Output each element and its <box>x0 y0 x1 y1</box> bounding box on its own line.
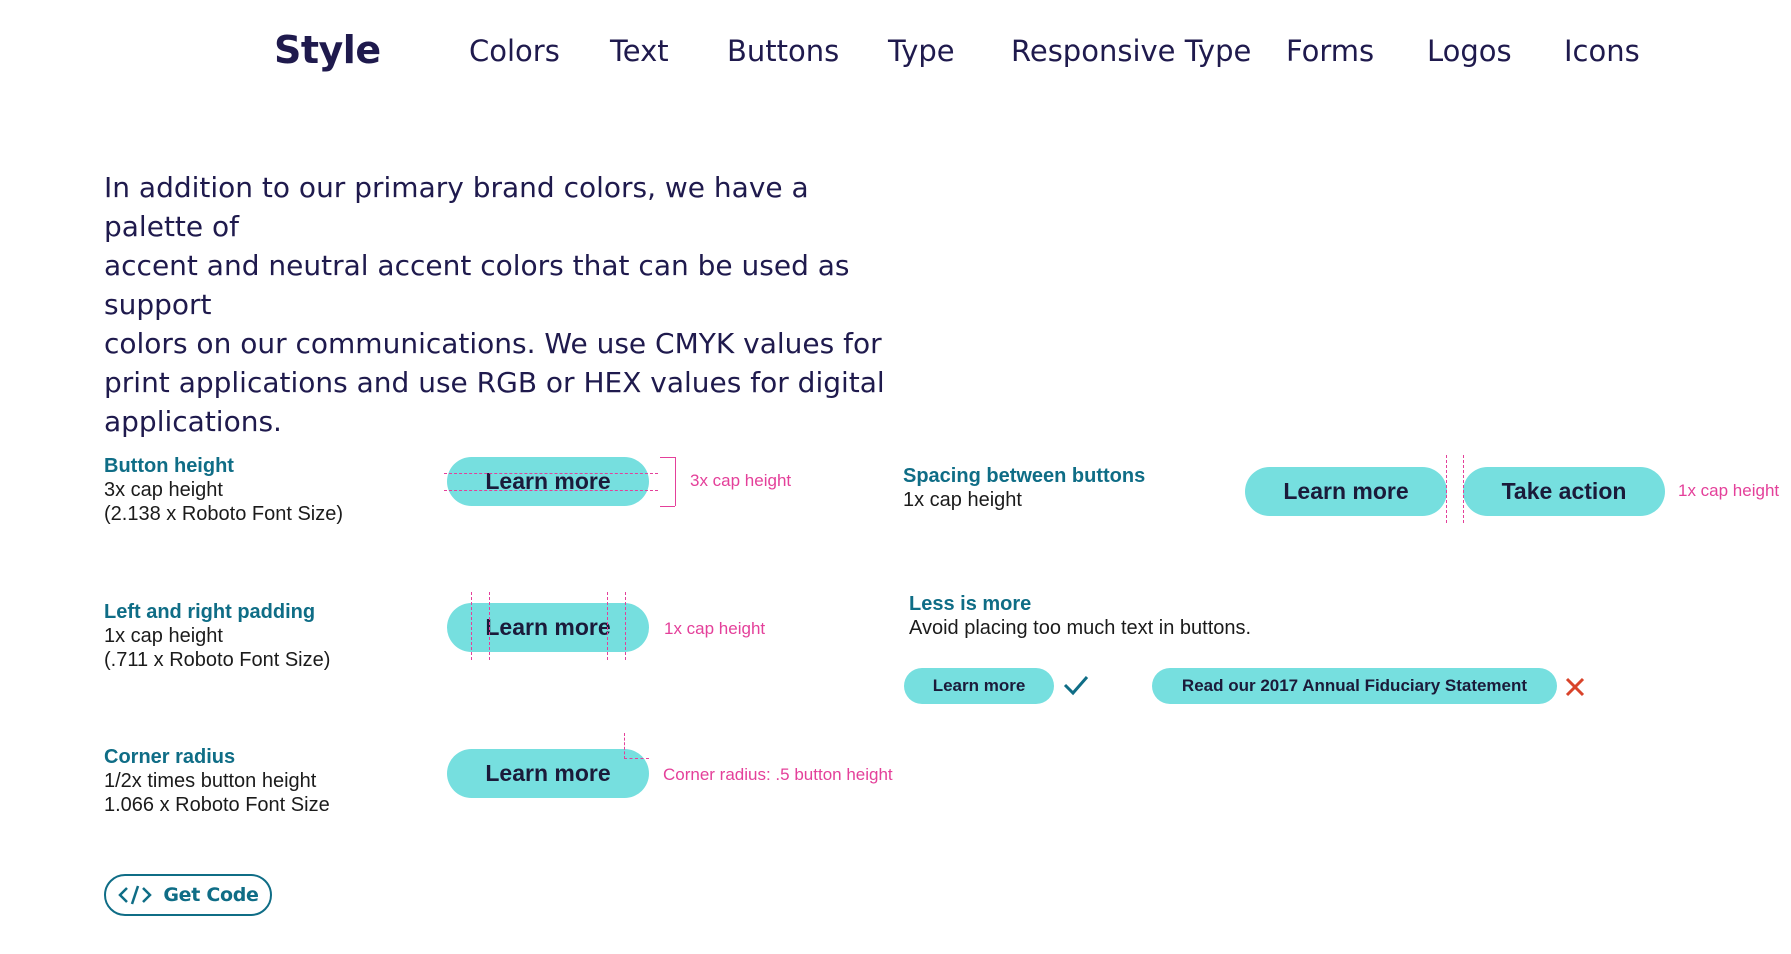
take-action-button[interactable]: Take action <box>1463 467 1665 516</box>
cap-guide-line <box>444 473 658 474</box>
spacing-note: 1x cap height <box>1678 481 1780 500</box>
spacing-guide-line <box>1463 455 1464 523</box>
spec-title: Left and right padding <box>104 601 316 623</box>
nav-forms[interactable]: Forms <box>1286 34 1374 68</box>
brand-title[interactable]: Style <box>274 28 381 72</box>
spec-line: 3x cap height <box>104 479 223 501</box>
spec-title: Less is more <box>909 593 1032 615</box>
padding-guide-line <box>607 592 608 660</box>
nav-buttons[interactable]: Buttons <box>727 34 839 68</box>
intro-line: print applications and use RGB or HEX va… <box>104 366 885 399</box>
check-icon <box>1063 676 1089 696</box>
nav-responsive-type[interactable]: Responsive Type <box>1011 34 1251 68</box>
x-icon <box>1565 677 1585 697</box>
nav-text[interactable]: Text <box>610 34 669 68</box>
padding-spec: Left and right padding 1x cap height (.7… <box>104 600 330 672</box>
cap-guide-line <box>444 490 658 491</box>
spec-line: 1x cap height <box>104 625 223 647</box>
spec-line: 1x cap height <box>903 489 1022 511</box>
spec-line: (2.138 x Roboto Font Size) <box>104 503 344 525</box>
intro-line: accent and neutral accent colors that ca… <box>104 249 850 321</box>
less-is-more-spec: Less is more Avoid placing too much text… <box>909 592 1251 640</box>
height-bracket-side <box>675 457 676 506</box>
get-code-button[interactable]: Get Code <box>104 874 272 916</box>
spec-line: Avoid placing too much text in buttons. <box>909 617 1252 639</box>
height-bracket-top <box>660 457 675 458</box>
height-bracket-bottom <box>660 506 675 507</box>
padding-note: 1x cap height <box>664 619 766 638</box>
spec-line: (.711 x Roboto Font Size) <box>104 649 331 671</box>
learn-more-button[interactable]: Learn more <box>1245 467 1447 516</box>
padding-guide-line <box>471 592 472 660</box>
corner-radius-spec: Corner radius 1/2x times button height 1… <box>104 745 330 817</box>
spec-title: Corner radius <box>104 746 236 768</box>
long-text-button[interactable]: Read our 2017 Annual Fiduciary Statement <box>1152 668 1557 704</box>
intro-line: In addition to our primary brand colors,… <box>104 171 809 243</box>
nav-icons[interactable]: Icons <box>1564 34 1640 68</box>
nav-colors[interactable]: Colors <box>469 34 560 68</box>
nav-type[interactable]: Type <box>888 34 955 68</box>
spacing-guide-line <box>1446 455 1447 523</box>
learn-more-button[interactable]: Learn more <box>447 603 649 652</box>
radius-guide-line <box>624 758 649 759</box>
button-height-spec: Button height 3x cap height (2.138 x Rob… <box>104 454 343 526</box>
spec-title: Spacing between buttons <box>903 465 1146 487</box>
padding-guide-line <box>489 592 490 660</box>
learn-more-button[interactable]: Learn more <box>447 457 649 506</box>
learn-more-button[interactable]: Learn more <box>447 749 649 798</box>
spec-line: 1.066 x Roboto Font Size <box>104 794 330 816</box>
code-icon <box>118 885 153 905</box>
padding-guide-line <box>625 592 626 660</box>
spec-line: 1/2x times button height <box>104 770 317 792</box>
intro-paragraph: In addition to our primary brand colors,… <box>104 168 904 441</box>
get-code-label: Get Code <box>163 884 259 906</box>
learn-more-small-button[interactable]: Learn more <box>904 668 1054 704</box>
intro-line: colors on our communications. We use CMY… <box>104 327 882 360</box>
spec-title: Button height <box>104 455 234 477</box>
spacing-spec: Spacing between buttons 1x cap height <box>903 464 1145 512</box>
nav-logos[interactable]: Logos <box>1427 34 1512 68</box>
radius-guide-line <box>624 733 625 759</box>
button-height-note: 3x cap height <box>690 471 792 490</box>
intro-line: applications. <box>104 405 282 438</box>
corner-radius-note: Corner radius: .5 button height <box>663 765 893 784</box>
